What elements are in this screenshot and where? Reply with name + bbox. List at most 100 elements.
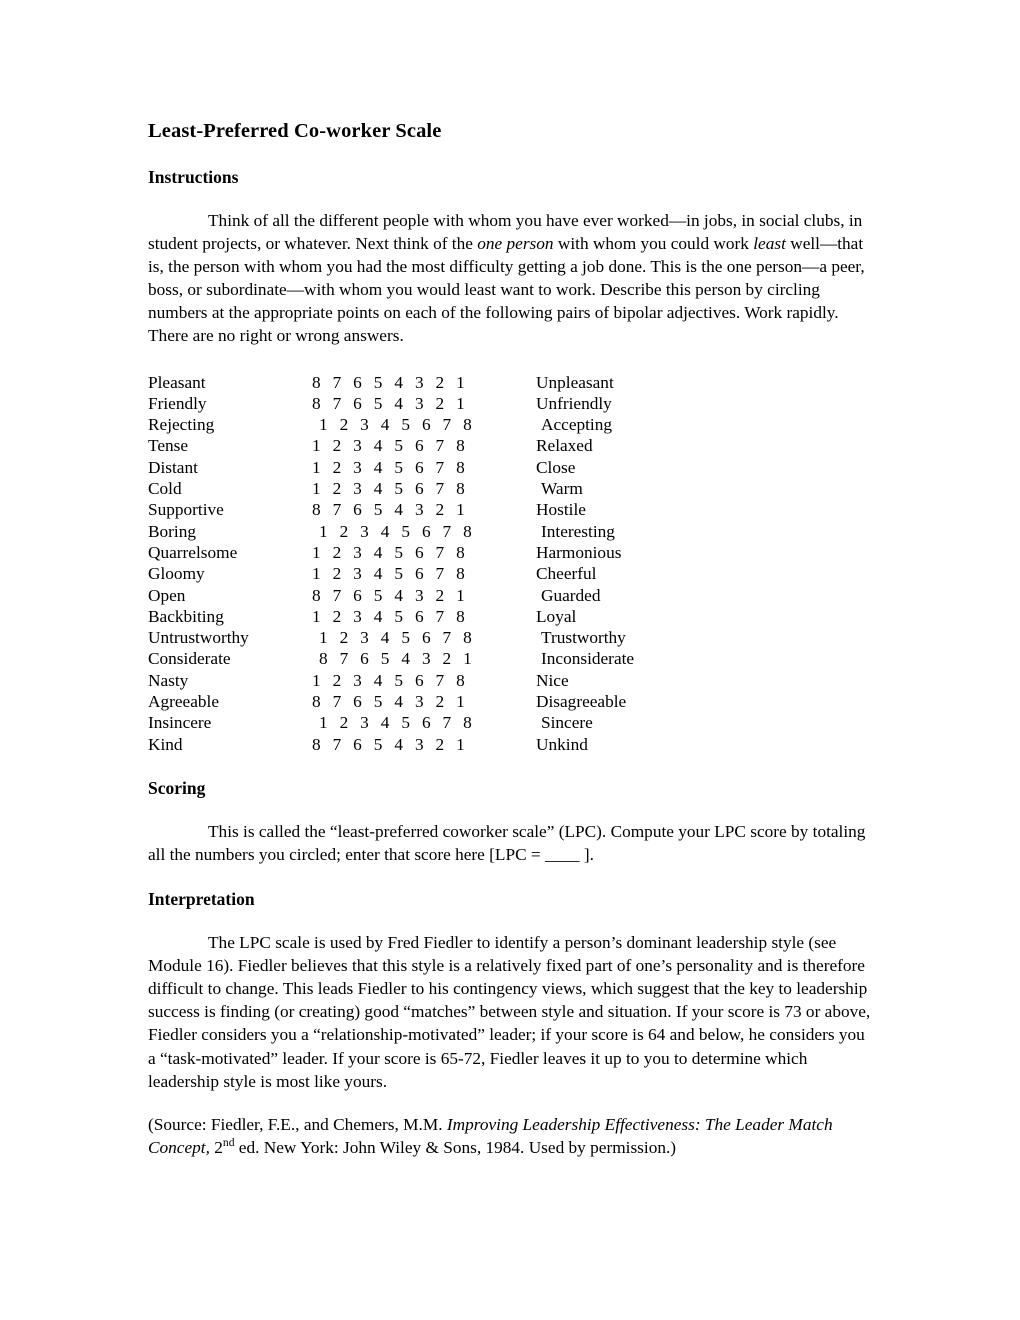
scale-rating-option[interactable]: 1 [450, 734, 471, 755]
scale-rating-option[interactable]: 5 [368, 734, 389, 755]
scale-rating-option[interactable]: 6 [347, 691, 368, 712]
scale-rating-option[interactable]: 4 [388, 393, 409, 414]
scale-rating-option[interactable]: 2 [327, 670, 348, 691]
scale-rating-option[interactable]: 2 [334, 414, 355, 435]
scale-rating-option[interactable]: 1 [306, 435, 327, 456]
scale-rating-option[interactable]: 8 [306, 372, 327, 393]
scale-rating-option[interactable]: 1 [306, 457, 327, 478]
scale-rating-option[interactable]: 8 [450, 435, 471, 456]
scale-rating-option[interactable]: 2 [327, 457, 348, 478]
scale-rating-option[interactable]: 7 [430, 457, 451, 478]
scale-rating-option[interactable]: 2 [334, 627, 355, 648]
scale-rating-option[interactable]: 1 [306, 606, 327, 627]
scale-rating-option[interactable]: 8 [450, 542, 471, 563]
scale-rating-option[interactable]: 3 [409, 499, 430, 520]
scale-rating-option[interactable]: 4 [368, 478, 389, 499]
scale-rating-option[interactable]: 2 [327, 435, 348, 456]
scale-rating-option[interactable]: 7 [327, 734, 348, 755]
scale-rating-option[interactable]: 7 [327, 691, 348, 712]
scale-rating-option[interactable]: 7 [437, 627, 458, 648]
scale-rating-option[interactable]: 5 [388, 563, 409, 584]
scale-rating-option[interactable]: 8 [306, 393, 327, 414]
scale-rating-option[interactable]: 1 [306, 670, 327, 691]
scale-rating-option[interactable]: 6 [409, 670, 430, 691]
scale-rating-option[interactable]: 1 [306, 542, 327, 563]
scale-rating-option[interactable]: 6 [409, 478, 430, 499]
scale-rating-option[interactable]: 2 [327, 563, 348, 584]
scale-rating-option[interactable]: 8 [457, 627, 478, 648]
scale-rating-option[interactable]: 7 [334, 648, 355, 669]
scale-rating-option[interactable]: 1 [450, 585, 471, 606]
scale-rating-option[interactable]: 7 [430, 670, 451, 691]
scale-rating-option[interactable]: 2 [430, 691, 451, 712]
scale-rating-option[interactable]: 2 [430, 499, 451, 520]
scale-rating-option[interactable]: 5 [395, 521, 416, 542]
scale-rating-option[interactable]: 5 [368, 585, 389, 606]
scale-rating-option[interactable]: 5 [395, 627, 416, 648]
scale-rating-option[interactable]: 7 [327, 499, 348, 520]
scale-rating-option[interactable]: 3 [409, 691, 430, 712]
scale-rating-option[interactable]: 2 [327, 478, 348, 499]
scale-rating-option[interactable]: 1 [313, 712, 334, 733]
scale-rating-option[interactable]: 6 [347, 393, 368, 414]
scale-rating-option[interactable]: 6 [354, 648, 375, 669]
scale-rating-option[interactable]: 5 [388, 606, 409, 627]
scale-rating-option[interactable]: 4 [388, 499, 409, 520]
scale-rating-option[interactable]: 8 [450, 457, 471, 478]
scale-rating-option[interactable]: 2 [334, 712, 355, 733]
scale-rating-option[interactable]: 4 [368, 457, 389, 478]
scale-rating-option[interactable]: 4 [368, 670, 389, 691]
scale-rating-option[interactable]: 1 [306, 563, 327, 584]
scale-rating-option[interactable]: 5 [368, 499, 389, 520]
scale-rating-option[interactable]: 6 [409, 457, 430, 478]
scale-rating-option[interactable]: 6 [409, 563, 430, 584]
scale-rating-option[interactable]: 5 [395, 414, 416, 435]
scale-rating-option[interactable]: 6 [416, 712, 437, 733]
scale-rating-option[interactable]: 8 [306, 585, 327, 606]
scale-rating-option[interactable]: 3 [409, 734, 430, 755]
scale-rating-option[interactable]: 1 [313, 414, 334, 435]
scale-rating-option[interactable]: 5 [395, 712, 416, 733]
scale-rating-option[interactable]: 3 [354, 521, 375, 542]
scale-rating-option[interactable]: 5 [368, 372, 389, 393]
scale-rating-option[interactable]: 8 [457, 712, 478, 733]
scale-rating-option[interactable]: 4 [375, 414, 396, 435]
scale-rating-option[interactable]: 7 [437, 712, 458, 733]
scale-rating-option[interactable]: 1 [313, 627, 334, 648]
scale-rating-option[interactable]: 2 [437, 648, 458, 669]
scale-rating-option[interactable]: 4 [375, 712, 396, 733]
scale-rating-option[interactable]: 1 [457, 648, 478, 669]
scale-rating-option[interactable]: 3 [347, 478, 368, 499]
scale-rating-option[interactable]: 7 [327, 393, 348, 414]
scale-rating-option[interactable]: 3 [354, 414, 375, 435]
scale-rating-option[interactable]: 6 [347, 372, 368, 393]
scale-rating-option[interactable]: 4 [388, 734, 409, 755]
scale-rating-option[interactable]: 4 [375, 627, 396, 648]
scale-rating-option[interactable]: 8 [313, 648, 334, 669]
scale-rating-option[interactable]: 6 [409, 606, 430, 627]
scale-rating-option[interactable]: 1 [313, 521, 334, 542]
scale-rating-option[interactable]: 4 [368, 606, 389, 627]
scale-rating-option[interactable]: 6 [347, 585, 368, 606]
scale-rating-option[interactable]: 6 [416, 521, 437, 542]
scale-rating-option[interactable]: 3 [347, 606, 368, 627]
scale-rating-option[interactable]: 2 [334, 521, 355, 542]
scale-rating-option[interactable]: 8 [306, 734, 327, 755]
scale-rating-option[interactable]: 6 [347, 499, 368, 520]
scale-rating-option[interactable]: 2 [327, 542, 348, 563]
scale-rating-option[interactable]: 4 [395, 648, 416, 669]
scale-rating-option[interactable]: 4 [375, 521, 396, 542]
scale-rating-option[interactable]: 3 [354, 712, 375, 733]
scale-rating-option[interactable]: 5 [388, 542, 409, 563]
scale-rating-option[interactable]: 7 [430, 606, 451, 627]
scale-rating-option[interactable]: 3 [354, 627, 375, 648]
scale-rating-option[interactable]: 4 [368, 542, 389, 563]
scale-rating-option[interactable]: 5 [388, 435, 409, 456]
scale-rating-option[interactable]: 2 [430, 585, 451, 606]
scale-rating-option[interactable]: 4 [388, 585, 409, 606]
scale-rating-option[interactable]: 3 [409, 372, 430, 393]
scale-rating-option[interactable]: 2 [430, 393, 451, 414]
scale-rating-option[interactable]: 6 [416, 414, 437, 435]
scale-rating-option[interactable]: 1 [450, 691, 471, 712]
scale-rating-option[interactable]: 4 [368, 563, 389, 584]
